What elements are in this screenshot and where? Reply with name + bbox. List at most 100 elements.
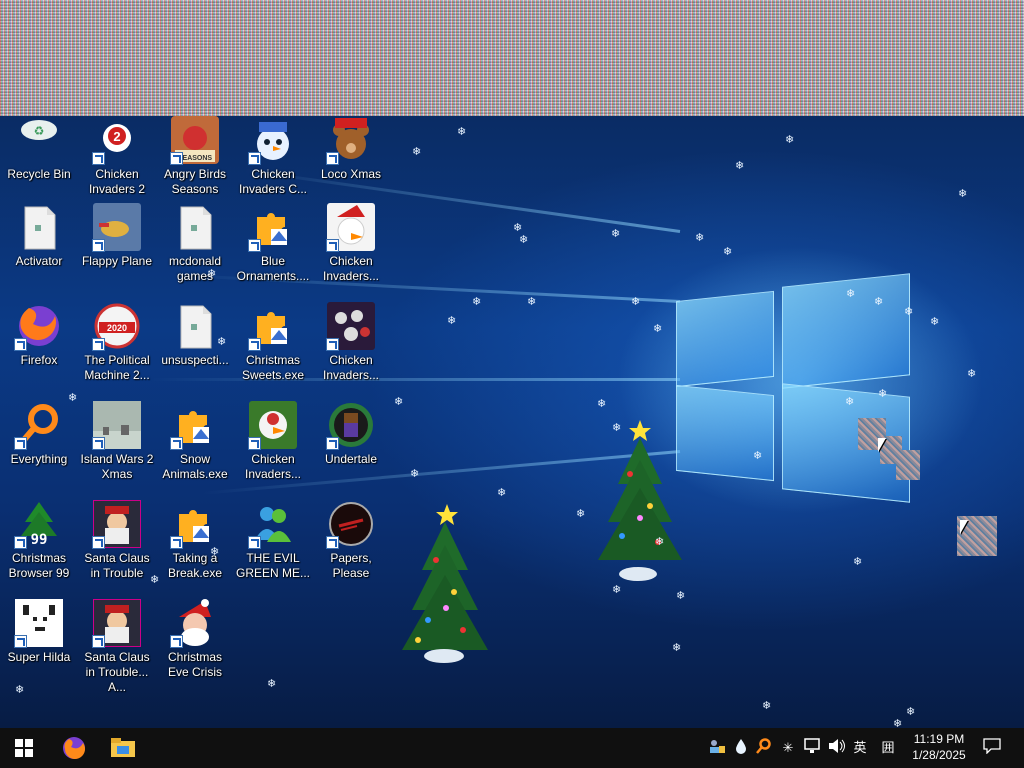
windows-logo-icon	[15, 739, 33, 757]
svg-text:2: 2	[113, 129, 120, 144]
snowflake-icon: ❄	[958, 187, 968, 200]
pixel-dog-icon	[14, 599, 63, 648]
shortcut-arrow-icon	[14, 635, 27, 648]
snowflake-icon: ❄	[631, 295, 641, 308]
snowflake-icon: ❄	[676, 589, 686, 602]
start-button[interactable]	[0, 728, 48, 768]
snowflake-icon: ❄	[735, 159, 745, 172]
action-center-icon[interactable]	[980, 738, 1004, 758]
desktop-icon[interactable]: Santa Claus in Trouble... A...	[78, 598, 156, 695]
desktop-icon[interactable]: ♻ Recycle Bin	[0, 116, 78, 212]
desktop-icon-label: Recycle Bin	[7, 167, 71, 181]
desktop-icon[interactable]: Chicken Invaders...	[312, 302, 390, 398]
windows-logo-pane	[676, 290, 774, 388]
angry-birds-icon: SEASONS	[170, 116, 219, 165]
desktop-icon[interactable]: Chicken Invaders C...	[234, 116, 312, 212]
chicken-snowman-icon	[248, 116, 297, 165]
desktop-icon[interactable]: mcdonald games	[156, 203, 234, 299]
tray-snowflake-icon[interactable]: ✳	[778, 738, 798, 758]
shortcut-arrow-icon	[170, 437, 183, 450]
taskbar-firefox-button[interactable]	[52, 728, 96, 768]
desktop-icon[interactable]: Christmas Sweets.exe	[234, 302, 312, 398]
shortcut-arrow-icon	[14, 437, 27, 450]
snowflake-icon: ❄	[612, 583, 622, 596]
desktop-icon[interactable]: 2020 The Political Machine 2...	[78, 302, 156, 398]
chicken-space-icon	[326, 302, 375, 351]
desktop-icon-label: Blue Ornaments....	[236, 254, 310, 283]
desktop-icon-label: The Political Machine 2...	[84, 353, 150, 382]
mouse-cursor-icon	[960, 520, 968, 534]
tray-search-icon[interactable]	[754, 738, 774, 758]
tray-ime-grid-icon[interactable]: 囲	[877, 738, 899, 758]
tray-droplet-icon[interactable]	[732, 738, 750, 758]
shortcut-arrow-icon	[14, 338, 27, 351]
desktop-icon[interactable]: Island Wars 2 Xmas	[78, 401, 156, 497]
shortcut-arrow-icon	[92, 635, 105, 648]
desktop-icon-label: Island Wars 2 Xmas	[80, 452, 154, 481]
file-icon	[15, 203, 63, 251]
desktop-icon[interactable]: Christmas Eve Crisis	[156, 599, 234, 695]
desktop-icon[interactable]: THE EVIL GREEN ME...	[234, 500, 312, 596]
desktop-icon[interactable]: Papers, Please	[312, 500, 390, 596]
desktop-icon[interactable]: Taking a Break.exe	[156, 500, 234, 596]
shortcut-arrow-icon	[248, 437, 261, 450]
desktop-icon[interactable]: Chicken Invaders...	[234, 401, 312, 497]
desktop-icon[interactable]: 2 Chicken Invaders 2	[78, 116, 156, 212]
svg-text:99: 99	[31, 532, 48, 548]
shortcut-arrow-icon	[248, 239, 261, 252]
desktop-icon-label: Activator	[15, 254, 63, 268]
msn-icon	[248, 500, 297, 549]
desktop-icon-label: Christmas Sweets.exe	[241, 353, 305, 382]
snowflake-icon: ❄	[519, 233, 529, 246]
snowflake-icon: ❄	[472, 295, 482, 308]
desktop-icon[interactable]: 99 Christmas Browser 99	[0, 500, 78, 596]
desktop-icon-label: Christmas Browser 99	[8, 551, 70, 580]
snowflake-icon: ❄	[447, 314, 457, 327]
shortcut-arrow-icon	[92, 239, 105, 252]
taskbar-file-explorer-button[interactable]	[100, 728, 146, 768]
desktop-icon[interactable]: Snow Animals.exe	[156, 401, 234, 497]
desktop-icon[interactable]: SEASONS Angry Birds Seasons	[156, 116, 234, 212]
desktop-icon[interactable]: unsuspecti...	[156, 302, 234, 398]
desktop-icon-label: Loco Xmas	[320, 167, 382, 181]
desktop-icon[interactable]: Activator	[0, 203, 78, 299]
shortcut-arrow-icon	[326, 239, 339, 252]
snowflake-icon: ❄	[785, 133, 795, 146]
puzzle-icon	[248, 203, 297, 252]
desktop-icon-label: mcdonald games	[168, 254, 222, 283]
recycle-bin-icon: ♻	[15, 116, 63, 164]
desktop-icon-label: Santa Claus in Trouble	[84, 551, 150, 580]
shortcut-arrow-icon	[326, 437, 339, 450]
desktop-icon[interactable]: Loco Xmas	[312, 116, 390, 212]
puzzle-icon	[170, 401, 219, 450]
chicken-green-icon	[248, 401, 297, 450]
shortcut-arrow-icon	[248, 152, 261, 165]
shortcut-arrow-icon	[170, 635, 183, 648]
puzzle-icon	[248, 302, 297, 351]
snowflake-icon: ❄	[15, 683, 25, 696]
desktop-icon[interactable]: Everything	[0, 401, 78, 497]
tray-clock[interactable]: 11:19 PM 1/28/2025	[904, 731, 974, 763]
file-icon	[171, 203, 219, 251]
desktop-icon-label: Chicken Invaders C...	[238, 167, 308, 196]
tray-ime-mode[interactable]: 英	[850, 738, 870, 758]
file-explorer-icon	[111, 738, 135, 757]
tray-volume-icon[interactable]	[826, 738, 848, 758]
snowflake-icon: ❄	[655, 535, 665, 548]
snowflake-icon: ❄	[150, 573, 160, 586]
desktop-icon[interactable]: Santa Claus in Trouble	[78, 499, 156, 596]
desktop-icon[interactable]: Firefox	[0, 302, 78, 398]
tree-icon: 99	[14, 500, 63, 549]
desktop-icon-label: Super Hilda	[7, 650, 71, 664]
desktop-icon[interactable]: Blue Ornaments....	[234, 203, 312, 299]
desktop-icon[interactable]: Flappy Plane	[78, 203, 156, 299]
desktop-icon[interactable]: Chicken Invaders...	[312, 203, 390, 299]
desktop-icon[interactable]: Super Hilda	[0, 599, 78, 695]
tray-network-icon[interactable]	[802, 738, 824, 758]
desktop-icon[interactable]: Undertale	[312, 401, 390, 497]
tray-network-people-icon[interactable]	[706, 738, 728, 758]
desktop-icon-label: Snow Animals.exe	[162, 452, 228, 481]
desktop[interactable]: ♻ Recycle Bin 2 Chicken Invaders 2 SEASONS An…	[0, 0, 1024, 728]
snowflake-icon: ❄	[410, 467, 420, 480]
santa-face-icon	[170, 599, 219, 648]
